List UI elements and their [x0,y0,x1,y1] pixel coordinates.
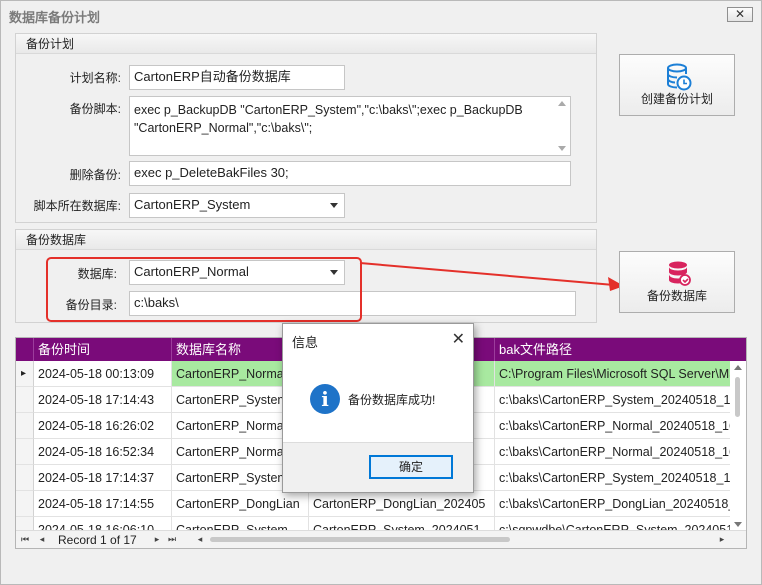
script-database-value: CartonERP_System [134,197,251,212]
dialog-message: 备份数据库成功! [348,393,436,407]
backup-database-header: 备份数据库 [16,230,596,250]
info-icon: i [310,384,340,414]
chevron-down-icon[interactable] [330,203,338,208]
backup-database-label: 备份数据库 [646,289,707,303]
scroll-up-arrow-icon[interactable] [734,365,742,370]
grid-indicator-header [16,338,34,361]
row-indicator [16,439,34,465]
scroll-down-arrow-icon[interactable] [558,146,566,151]
database-backup-icon [669,261,691,286]
cell-time[interactable]: 2024-05-18 17:14:55 [34,491,172,517]
cell-bak-path[interactable]: c:\baks\CartonERP_System_20240518_17 [495,465,732,491]
cell-time[interactable]: 2024-05-18 00:13:09 [34,361,172,387]
current-row-indicator-icon: ▸ [16,361,34,387]
cell-time[interactable]: 2024-05-18 16:26:02 [34,413,172,439]
cell-time[interactable]: 2024-05-18 17:14:43 [34,387,172,413]
grid-vertical-scrollbar[interactable] [730,361,746,531]
backup-database-button[interactable]: 备份数据库 [619,251,735,313]
scroll-thumb[interactable] [735,377,740,417]
prev-record-icon[interactable]: ◂ [36,533,48,545]
row-indicator [16,413,34,439]
script-scrollbar[interactable] [554,97,570,155]
dialog-close-button[interactable]: ✕ [452,329,465,349]
backup-script-line-1: exec p_BackupDB "CartonERP_System","c:\b… [134,103,523,117]
scroll-up-arrow-icon[interactable] [558,101,566,106]
title-bar: 数据库备份计划 ✕ [1,1,761,29]
backup-plan-header: 备份计划 [16,34,596,54]
script-database-select[interactable]: CartonERP_System [129,193,345,218]
dialog-footer: 确定 [283,442,473,492]
info-dialog: 信息 ✕ i 备份数据库成功! 确定 [282,323,474,493]
row-indicator [16,491,34,517]
cell-bak-path[interactable]: c:\baks\CartonERP_Normal_20240518_16 [495,439,732,465]
dialog-title: 信息 [292,335,319,350]
window-title: 数据库备份计划 [9,10,101,25]
plan-name-label: 计划名称: [69,71,121,85]
row-indicator [16,517,34,531]
database-schedule-icon [667,63,692,91]
script-database-label: 脚本所在数据库: [33,199,121,213]
backup-script-textarea[interactable]: exec p_BackupDB "CartonERP_System","c:\b… [129,96,571,156]
cell-bak-path[interactable]: c:\baks\CartonERP_System_20240518_17 [495,387,732,413]
cell-database[interactable]: CartonERP_System [172,517,309,531]
first-record-icon[interactable]: ⏮ [19,533,31,545]
cell-database[interactable]: CartonERP_DongLian [172,491,309,517]
cell-bak-path[interactable]: c:\baks\CartonERP_DongLian_20240518_ [495,491,732,517]
cell-file[interactable]: CartonERP_DongLian_202405 [309,491,495,517]
row-indicator [16,387,34,413]
scroll-down-arrow-icon[interactable] [734,522,742,527]
backup-script-label: 备份脚本: [69,102,121,116]
table-row[interactable]: 2024-05-18 16:06:10 CartonERP_System Car… [16,517,732,531]
scroll-right-arrow-icon[interactable]: ▸ [716,533,728,545]
last-record-icon[interactable]: ⏭ [166,533,178,545]
delete-backup-input[interactable]: exec p_DeleteBakFiles 30; [129,161,571,186]
backup-script-line-2: "CartonERP_Normal","c:\baks\"; [134,121,313,135]
column-header-time[interactable]: 备份时间 [34,338,172,361]
cell-file[interactable]: CartonERP_System_2024051 [309,517,495,531]
grid-navigator: ⏮ ◂ Record 1 of 17 ▸ ⏭ ◂ ▸ [16,530,746,548]
annotation-arrow [359,262,624,291]
cell-time[interactable]: 2024-05-18 16:52:34 [34,439,172,465]
horizontal-scroll-thumb[interactable] [210,537,510,542]
scroll-left-arrow-icon[interactable]: ◂ [194,533,206,545]
cell-bak-path[interactable]: c:\sqpwdbe\CartonERP_System_20240518 [495,517,732,531]
column-header-bak-path[interactable]: bak文件路径 [495,338,746,361]
window-close-button[interactable]: ✕ [727,7,753,22]
dialog-ok-button[interactable]: 确定 [369,455,453,479]
delete-backup-label: 删除备份: [69,168,121,182]
table-row[interactable]: 2024-05-18 17:14:55 CartonERP_DongLian C… [16,491,732,517]
plan-name-input[interactable]: CartonERP自动备份数据库 [129,65,345,90]
main-window: 数据库备份计划 ✕ 备份计划 计划名称: CartonERP自动备份数据库 备份… [0,0,762,585]
cell-bak-path[interactable]: c:\baks\CartonERP_Normal_20240518_16 [495,413,732,439]
cell-time[interactable]: 2024-05-18 16:06:10 [34,517,172,531]
grid-horizontal-scrollbar[interactable] [206,535,732,544]
record-counter: Record 1 of 17 [58,533,137,547]
cell-time[interactable]: 2024-05-18 17:14:37 [34,465,172,491]
annotation-highlight-box [46,257,362,322]
next-record-icon[interactable]: ▸ [151,533,163,545]
create-backup-plan-button[interactable]: 创建备份计划 [619,54,735,116]
create-backup-plan-label: 创建备份计划 [640,92,713,106]
row-indicator [16,465,34,491]
cell-bak-path[interactable]: C:\Program Files\Microsoft SQL Server\MS… [495,361,732,387]
